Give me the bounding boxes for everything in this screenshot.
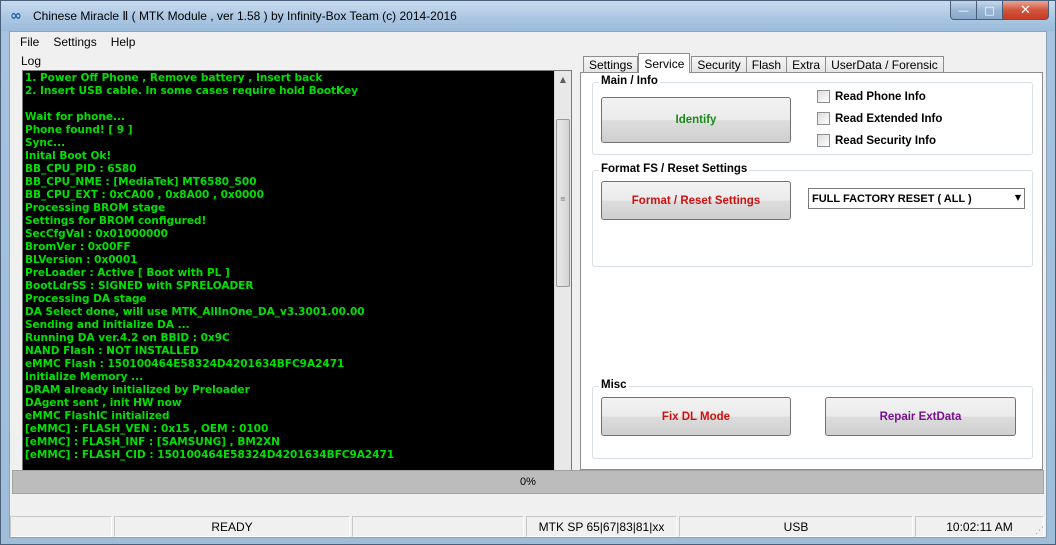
log-line: [eMMC] : FLASH_VEN : 0x15 , OEM : 0100 bbox=[25, 423, 269, 435]
main-info-group: Main / Info Identify Read Phone Info Rea… bbox=[592, 75, 1033, 155]
format-group: Format FS / Reset Settings Format / Rese… bbox=[592, 163, 1033, 267]
read-phone-info-label: Read Phone Info bbox=[835, 90, 926, 103]
log-line: BB_CPU_EXT : 0xCA00 , 0x8A00 , 0x0000 bbox=[25, 189, 264, 201]
tab-strip: Settings Service Security Flash Extra Us… bbox=[583, 53, 944, 73]
infinity-icon: ∞ bbox=[10, 8, 22, 24]
identify-button[interactable]: Identify bbox=[601, 97, 791, 143]
checkbox-box[interactable] bbox=[817, 112, 830, 125]
log-line: Inital Boot Ok! bbox=[25, 150, 112, 162]
log-line: Wait for phone... bbox=[25, 111, 125, 123]
repair-extdata-button[interactable]: Repair ExtData bbox=[825, 397, 1016, 436]
log-line: DRAM already initialized by Preloader bbox=[25, 384, 250, 396]
title-bar[interactable]: ∞ Chinese Miracle Ⅱ ( MTK Module , ver 1… bbox=[1, 1, 1055, 31]
log-line: DA Select done, will use MTK_AllInOne_DA… bbox=[25, 306, 365, 318]
log-line: Settings for BROM configured! bbox=[25, 215, 207, 227]
resize-grip-icon[interactable]: ⋰ bbox=[1035, 526, 1044, 536]
reset-mode-select[interactable]: FULL FACTORY RESET ( ALL ) ▼ bbox=[808, 188, 1025, 209]
progress-bar: 0% bbox=[12, 470, 1044, 494]
read-security-info-checkbox[interactable]: Read Security Info bbox=[817, 134, 936, 147]
log-line: eMMC FlashIC initialized bbox=[25, 410, 170, 422]
log-line: SecCfgVal : 0x01000000 bbox=[25, 228, 168, 240]
window-controls: — □ ✕ bbox=[950, 1, 1049, 21]
tab-service[interactable]: Service bbox=[638, 53, 691, 73]
log-line: BB_CPU_NME : [MediaTek] MT6580_S00 bbox=[25, 176, 257, 188]
maximize-button[interactable]: □ bbox=[977, 1, 1003, 20]
log-line: BromVer : 0x00FF bbox=[25, 241, 131, 253]
service-panel: Main / Info Identify Read Phone Info Rea… bbox=[580, 72, 1043, 470]
log-line: DAgent sent , init HW now bbox=[25, 397, 182, 409]
dropdown-arrow-icon[interactable]: ▼ bbox=[1015, 193, 1021, 202]
status-platform: MTK SP 65|67|83|81|xx bbox=[526, 516, 677, 537]
tab-security[interactable]: Security bbox=[691, 56, 747, 73]
fix-dl-mode-button[interactable]: Fix DL Mode bbox=[601, 397, 791, 436]
scroll-up-icon[interactable]: ▲ bbox=[555, 71, 571, 88]
log-scrollbar[interactable]: ▲ ≡ ▼ bbox=[554, 71, 571, 490]
log-line: BB_CPU_PID : 6580 bbox=[25, 163, 137, 175]
client-area: File Settings Help Log 1. Power Off Phon… bbox=[9, 31, 1047, 538]
menu-bar: File Settings Help bbox=[10, 32, 1046, 52]
tab-extra[interactable]: Extra bbox=[786, 56, 827, 73]
app-window: ∞ Chinese Miracle Ⅱ ( MTK Module , ver 1… bbox=[0, 0, 1056, 545]
log-line: [eMMC] : FLASH_INF : [SAMSUNG] , BM2XN bbox=[25, 436, 280, 448]
status-cell-empty-2 bbox=[352, 516, 524, 537]
close-button[interactable]: ✕ bbox=[1003, 1, 1049, 20]
checkbox-box[interactable] bbox=[817, 90, 830, 103]
tab-settings[interactable]: Settings bbox=[583, 56, 639, 73]
log-line: BootLdrSS : SIGNED with SPRELOADER bbox=[25, 280, 254, 292]
menu-file[interactable]: File bbox=[13, 35, 46, 49]
log-line: 1. Power Off Phone , Remove battery , In… bbox=[25, 72, 323, 84]
grip-icon: ≡ bbox=[560, 195, 566, 203]
log-line: Initialize Memory ... bbox=[25, 371, 144, 383]
read-phone-info-checkbox[interactable]: Read Phone Info bbox=[817, 90, 926, 103]
status-ready: READY bbox=[114, 516, 350, 537]
misc-group: Misc Fix DL Mode Repair ExtData bbox=[592, 379, 1033, 459]
log-line: BLVersion : 0x0001 bbox=[25, 254, 138, 266]
status-connection: USB bbox=[679, 516, 913, 537]
tab-flash[interactable]: Flash bbox=[745, 56, 788, 73]
status-bar: READY MTK SP 65|67|83|81|xx USB 10:02:11… bbox=[10, 516, 1046, 538]
log-line: NAND Flash : NOT INSTALLED bbox=[25, 345, 199, 357]
log-line: Sending and initialize DA ... bbox=[25, 319, 190, 331]
read-extended-info-checkbox[interactable]: Read Extended Info bbox=[817, 112, 942, 125]
log-line: eMMC Flash : 150100464E58324D4201634BFC9… bbox=[25, 358, 345, 370]
log-line: PreLoader : Active [ Boot with PL ] bbox=[25, 267, 230, 279]
menu-help[interactable]: Help bbox=[104, 35, 143, 49]
read-security-info-label: Read Security Info bbox=[835, 134, 936, 147]
progress-text: 0% bbox=[520, 476, 536, 488]
log-lines: 1. Power Off Phone , Remove battery , In… bbox=[25, 72, 555, 462]
log-line: Phone found! [ 9 ] bbox=[25, 124, 133, 136]
tab-userdata-forensic[interactable]: UserData / Forensic bbox=[825, 56, 944, 73]
window-title: Chinese Miracle Ⅱ ( MTK Module , ver 1.5… bbox=[33, 9, 457, 23]
status-cell-empty-1 bbox=[10, 516, 112, 537]
log-line: Processing BROM stage bbox=[25, 202, 166, 214]
log-console[interactable]: 1. Power Off Phone , Remove battery , In… bbox=[22, 70, 572, 491]
format-reset-button[interactable]: Format / Reset Settings bbox=[601, 181, 791, 220]
scroll-thumb[interactable]: ≡ bbox=[556, 119, 570, 287]
format-title: Format FS / Reset Settings bbox=[599, 163, 750, 175]
minimize-button[interactable]: — bbox=[950, 1, 977, 20]
log-line: 2. Insert USB cable. In some cases requi… bbox=[25, 85, 358, 97]
log-line: Running DA ver.4.2 on BBID : 0x9C bbox=[25, 332, 230, 344]
log-line: [eMMC] : FLASH_CID : 150100464E58324D420… bbox=[25, 449, 395, 461]
log-line: Sync... bbox=[25, 137, 66, 149]
status-clock: 10:02:11 AM bbox=[915, 516, 1044, 537]
reset-mode-value: FULL FACTORY RESET ( ALL ) bbox=[812, 192, 972, 205]
checkbox-box[interactable] bbox=[817, 134, 830, 147]
menu-settings[interactable]: Settings bbox=[46, 35, 103, 49]
log-label: Log bbox=[21, 54, 42, 68]
misc-title: Misc bbox=[599, 379, 629, 391]
log-line: Processing DA stage bbox=[25, 293, 147, 305]
read-extended-info-label: Read Extended Info bbox=[835, 112, 943, 125]
main-info-title: Main / Info bbox=[599, 75, 660, 87]
